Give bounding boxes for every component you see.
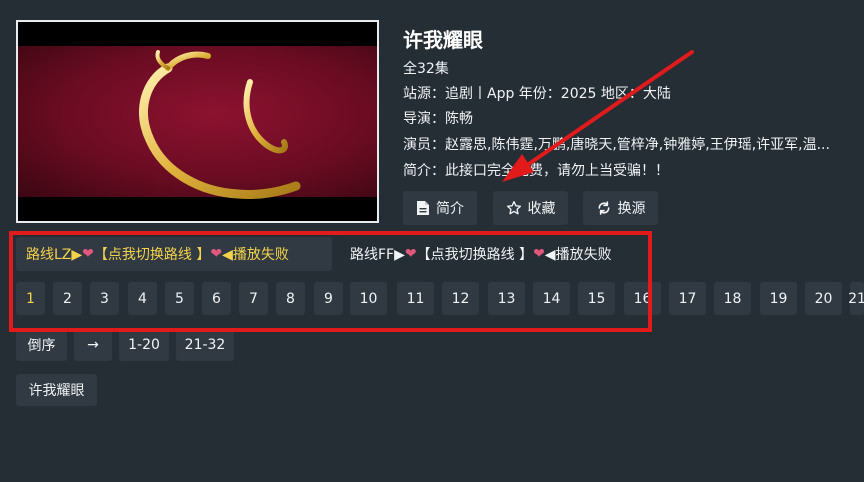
heart-icon: ❤ [533, 246, 545, 262]
poster-image [16, 20, 379, 223]
episode-button-9[interactable]: 9 [314, 282, 343, 315]
switch-source-button[interactable]: 换源 [583, 191, 658, 225]
line-ff-middle: 【点我切换路线 】 [416, 247, 534, 263]
episode-count: 全32集 [403, 61, 449, 77]
episode-button-20[interactable]: 20 [805, 282, 842, 315]
episode-button-8[interactable]: 8 [276, 282, 305, 315]
episode-button-19[interactable]: 19 [760, 282, 797, 315]
line-tab-lz[interactable]: 路线LZ▶ ❤ 【点我切换路线 】 ❤ ◀播放失败 [16, 237, 332, 271]
source-year-region: 站源：追剧丨App 年份：2025 地区：大陆 [403, 86, 671, 102]
arrow-button[interactable]: → [74, 329, 112, 361]
episode-button-5[interactable]: 5 [165, 282, 194, 315]
episode-button-10[interactable]: 10 [350, 282, 387, 315]
range-1-20-button[interactable]: 1-20 [119, 329, 169, 361]
episode-button-15[interactable]: 15 [578, 282, 615, 315]
line-lz-suffix: ◀播放失败 [222, 247, 289, 263]
drama-title: 许我耀眼 [403, 28, 483, 52]
heart-icon: ❤ [210, 246, 223, 262]
cast-line: 演员：赵露思,陈伟霆,万鹏,唐晓天,管梓净,钟雅婷,王伊瑶,许亚军,温... [403, 137, 830, 153]
line-tab-ff[interactable]: 路线FF▶ ❤ 【点我切换路线 】 ❤ ◀播放失败 [340, 237, 650, 271]
favorite-button-label: 收藏 [527, 201, 556, 217]
episode-button-2[interactable]: 2 [53, 282, 82, 315]
line-lz-middle: 【点我切换路线 】 [93, 247, 211, 263]
episode-button-4[interactable]: 4 [128, 282, 157, 315]
favorite-button[interactable]: 收藏 [493, 191, 568, 225]
episode-button-12[interactable]: 12 [442, 282, 479, 315]
switch-source-button-label: 换源 [617, 201, 646, 217]
heart-icon: ❤ [82, 246, 94, 262]
intro-button[interactable]: 简介 [403, 191, 477, 225]
heart-icon: ❤ [404, 246, 417, 262]
star-icon [506, 201, 521, 215]
line-ff-suffix: ◀播放失败 [544, 247, 612, 263]
episode-button-3[interactable]: 3 [90, 282, 119, 315]
episode-button-13[interactable]: 13 [488, 282, 525, 315]
series-chip[interactable]: 许我耀眼 [16, 374, 97, 406]
episode-button-1[interactable]: 1 [16, 282, 45, 315]
episode-button-18[interactable]: 18 [714, 282, 751, 315]
episode-button-17[interactable]: 17 [669, 282, 706, 315]
golden-swirl-logo [139, 50, 301, 199]
episode-button-21[interactable]: 21 [848, 282, 864, 315]
episode-button-11[interactable]: 11 [397, 282, 434, 315]
intro-button-label: 简介 [436, 201, 464, 217]
refresh-icon [598, 201, 609, 215]
episode-button-14[interactable]: 14 [533, 282, 570, 315]
range-21-32-button[interactable]: 21-32 [176, 329, 234, 361]
line-lz-prefix: 路线LZ▶ [26, 247, 83, 263]
line-ff-prefix: 路线FF▶ [350, 247, 405, 263]
intro-line: 简介：此接口完全免费，请勿上当受骗！！ [403, 163, 669, 179]
episode-button-7[interactable]: 7 [239, 282, 268, 315]
director-line: 导演：陈畅 [403, 111, 473, 127]
episode-button-16[interactable]: 16 [624, 282, 661, 315]
episode-button-6[interactable]: 6 [202, 282, 231, 315]
reverse-order-button[interactable]: 倒序 [16, 329, 67, 361]
document-icon [417, 201, 429, 215]
